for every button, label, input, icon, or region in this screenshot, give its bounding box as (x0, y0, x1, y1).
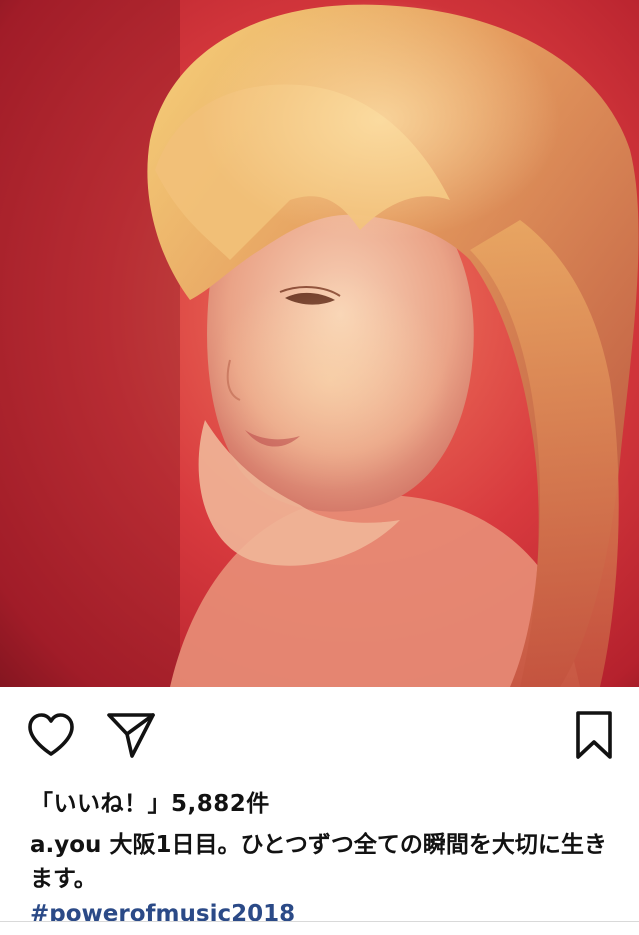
action-bar (0, 687, 639, 782)
bookmark-icon (576, 711, 612, 759)
portrait-photo (0, 0, 639, 687)
bottom-edge (0, 922, 639, 935)
save-button[interactable] (572, 709, 616, 761)
post-caption: a.you 大阪1日目。ひとつずつ全ての瞬間を大切に生きます。 (30, 828, 620, 896)
caption-text: 大阪1日目。ひとつずつ全ての瞬間を大切に生きます。 (30, 832, 607, 892)
like-button[interactable] (26, 712, 76, 758)
instagram-post: 「いいね！」5,882件 a.you 大阪1日目。ひとつずつ全ての瞬間を大切に生き… (0, 0, 639, 935)
paper-plane-icon (107, 713, 155, 758)
caption-username[interactable]: a.you (30, 832, 101, 858)
likes-count[interactable]: 「いいね！」5,882件 (30, 784, 270, 818)
share-button[interactable] (105, 710, 157, 760)
post-photo[interactable] (0, 0, 639, 687)
heart-icon (28, 713, 74, 756)
